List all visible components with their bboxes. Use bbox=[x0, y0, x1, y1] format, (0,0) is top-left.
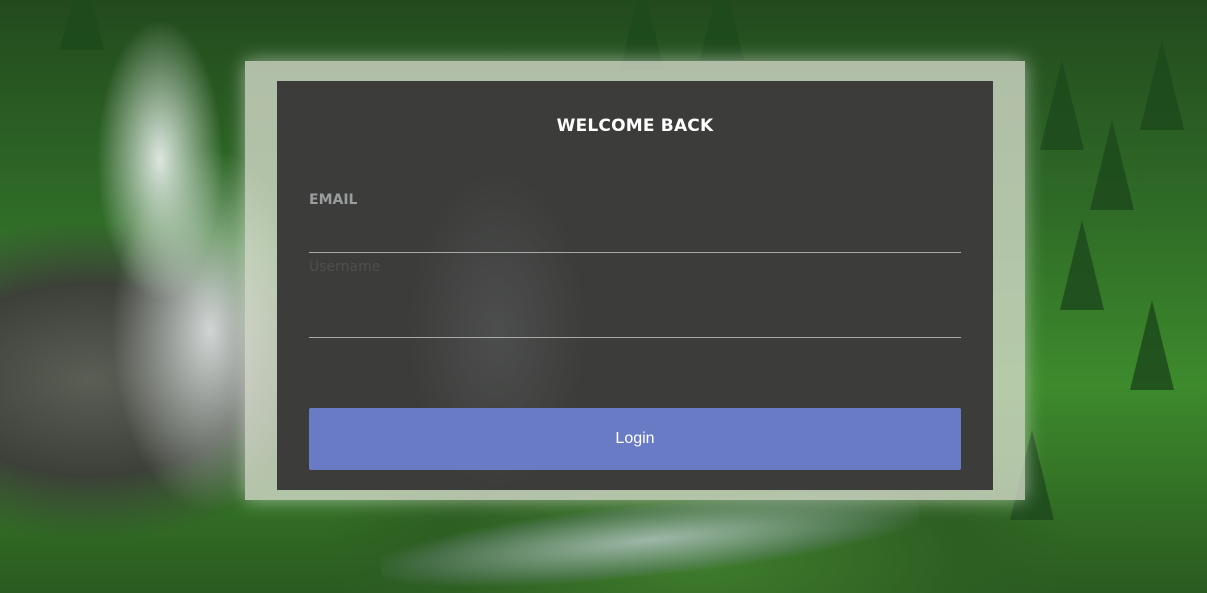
login-button[interactable]: Login bbox=[309, 408, 961, 470]
background-tree bbox=[1140, 40, 1184, 130]
background-tree bbox=[1090, 120, 1134, 210]
page-title: WELCOME BACK bbox=[556, 116, 714, 136]
email-label: EMAIL bbox=[309, 192, 358, 208]
password-field[interactable] bbox=[309, 309, 961, 338]
background-tree bbox=[700, 0, 744, 60]
login-card: WELCOME BACK EMAIL Username Login bbox=[277, 81, 993, 490]
username-label: Username bbox=[309, 259, 381, 275]
background-tree bbox=[620, 0, 664, 70]
background-tree bbox=[1040, 60, 1084, 150]
background-tree bbox=[1060, 220, 1104, 310]
background-tree bbox=[60, 0, 104, 50]
email-field[interactable] bbox=[309, 224, 961, 253]
nature-background: WELCOME BACK EMAIL Username Login bbox=[0, 0, 1207, 593]
background-tree bbox=[1130, 300, 1174, 390]
